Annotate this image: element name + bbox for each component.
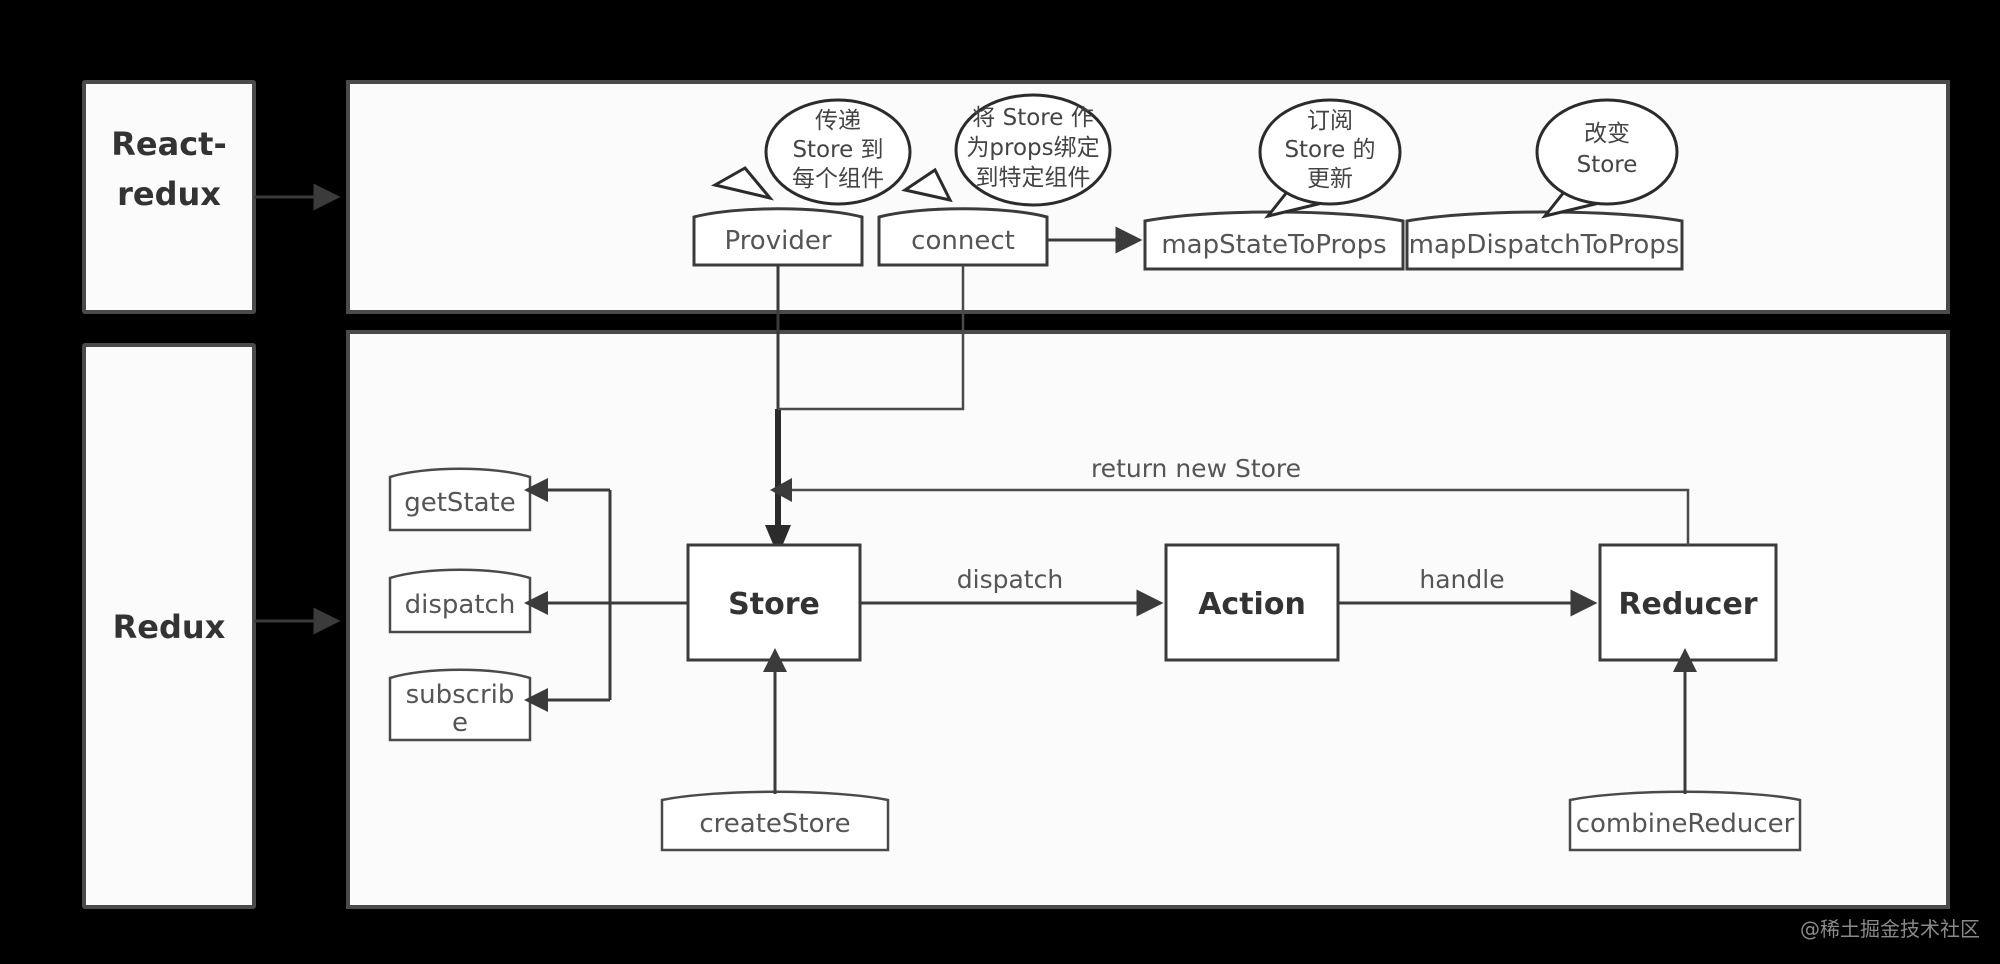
callout-provider-line1: 传递 xyxy=(815,108,861,134)
node-mapstatetoprops[interactable]: mapStateToProps xyxy=(1143,210,1405,271)
node-subscribe-label-line1: subscrib xyxy=(406,680,515,710)
node-subscribe-label-line2: e xyxy=(452,708,468,738)
node-dispatch-label: dispatch xyxy=(405,590,516,620)
node-store-label: Store xyxy=(728,587,820,622)
section-label-redux-text: Redux xyxy=(113,608,226,646)
edge-label-return-new-store: return new Store xyxy=(1091,454,1301,483)
node-createstore[interactable]: createStore xyxy=(660,790,890,852)
node-connect-label: connect xyxy=(911,226,1015,256)
node-mapstatetoprops-label: mapStateToProps xyxy=(1161,230,1386,260)
callout-mapstate-line2: Store 的 xyxy=(1284,137,1375,163)
node-connect[interactable]: connect xyxy=(877,207,1049,267)
callout-mapdispatch-line1: 改变 xyxy=(1584,121,1630,147)
node-createstore-label: createStore xyxy=(699,809,850,839)
callout-mapdispatch-line2: Store xyxy=(1577,152,1638,178)
node-subscribe[interactable]: subscrib e xyxy=(388,668,532,742)
edge-label-dispatch: dispatch xyxy=(957,565,1063,594)
node-reducer[interactable]: Reducer xyxy=(1598,543,1778,662)
section-label-react-redux: React- redux xyxy=(82,80,256,314)
panel-react-redux xyxy=(346,80,1950,314)
node-combinereducer-label: combineReducer xyxy=(1576,809,1795,839)
node-action-label: Action xyxy=(1198,587,1306,622)
node-getstate-label: getState xyxy=(404,488,516,518)
node-store[interactable]: Store xyxy=(686,543,862,662)
callout-provider-line3: 每个组件 xyxy=(792,166,884,192)
callout-connect-line2: 为props绑定 xyxy=(966,135,1099,161)
callout-provider-line2: Store 到 xyxy=(792,137,883,163)
node-mapdispatchtoprops[interactable]: mapDispatchToProps xyxy=(1405,210,1684,271)
callout-mapstate-line3: 更新 xyxy=(1307,166,1353,192)
diagram-canvas: React- redux Redux Provider connect mapS… xyxy=(0,0,2000,964)
callout-connect-line1: 将 Store 作 xyxy=(972,105,1093,131)
callout-connect-line3: 到特定组件 xyxy=(976,165,1091,191)
node-getstate[interactable]: getState xyxy=(388,467,532,532)
callout-mapstate-line1: 订阅 xyxy=(1307,108,1353,134)
node-dispatch[interactable]: dispatch xyxy=(388,568,532,634)
section-label-react-redux-line1: React- xyxy=(111,125,226,163)
watermark: @稀土掘金技术社区 xyxy=(1800,917,1980,941)
node-provider-label: Provider xyxy=(724,226,831,256)
section-label-react-redux-line2: redux xyxy=(117,175,221,213)
node-provider[interactable]: Provider xyxy=(692,207,864,267)
redux-architecture-diagram: React- redux Redux Provider connect mapS… xyxy=(82,80,1980,941)
section-label-redux: Redux xyxy=(82,343,256,909)
edge-label-handle: handle xyxy=(1419,565,1504,594)
node-reducer-label: Reducer xyxy=(1618,587,1757,622)
node-mapdispatchtoprops-label: mapDispatchToProps xyxy=(1409,230,1680,260)
node-action[interactable]: Action xyxy=(1164,543,1340,662)
node-combinereducer[interactable]: combineReducer xyxy=(1568,790,1802,852)
